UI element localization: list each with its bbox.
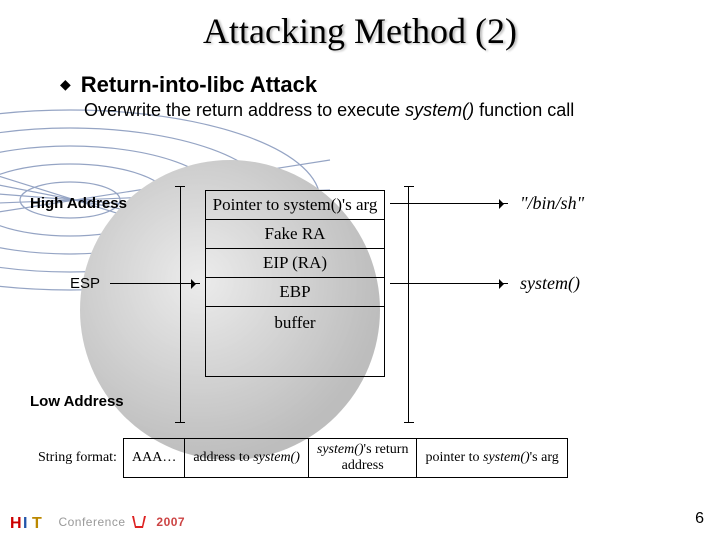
svg-text:T: T: [32, 515, 42, 532]
sf-cell: system()'s returnaddress: [308, 439, 417, 478]
page-number: 6: [695, 510, 704, 528]
sf-cell: pointer to system()'s arg: [417, 439, 567, 478]
low-address-label: Low Address: [30, 393, 124, 410]
svg-text:I: I: [23, 515, 27, 532]
stack-buffer: buffer: [205, 307, 385, 377]
bullet-description: Overwrite the return address to execute …: [84, 98, 700, 123]
arrow-to-binsh: [390, 203, 508, 204]
footer-year: 2007: [156, 515, 185, 529]
stack-diagram: Pointer to system()'s arg Fake RA EIP (R…: [205, 190, 385, 377]
slide-title: Attacking Method (2): [0, 0, 720, 52]
note-system: system(): [520, 273, 580, 294]
hit-logo-icon: H I T: [10, 512, 50, 532]
arrow-to-system: [390, 283, 508, 284]
axis-tick: [404, 186, 414, 187]
note-binsh: "/bin/sh": [520, 193, 584, 214]
stack-cell: Pointer to system()'s arg: [205, 190, 385, 220]
footer-logo: H I T Conference 2007: [10, 512, 185, 532]
svg-text:H: H: [10, 515, 22, 532]
axis-tick: [404, 422, 414, 423]
esp-label: ESP: [70, 275, 100, 292]
stack-axis-right: [408, 186, 409, 422]
string-format-label: String format:: [38, 450, 117, 466]
axis-tick: [175, 186, 185, 187]
string-format-table: AAA… address to system() system()'s retu…: [123, 438, 568, 478]
esp-arrow: [110, 283, 200, 284]
bullet-heading: Return-into-libc Attack: [81, 72, 317, 98]
stack-cell: EBP: [205, 278, 385, 307]
footer-conference: Conference: [58, 515, 125, 529]
stack-axis-left: [180, 186, 181, 422]
stack-cell: Fake RA: [205, 220, 385, 249]
axis-tick: [175, 422, 185, 423]
year-marker-icon: [130, 514, 148, 530]
sf-cell: AAA…: [124, 439, 185, 478]
stack-cell: EIP (RA): [205, 249, 385, 278]
high-address-label: High Address: [30, 195, 127, 212]
sf-cell: address to system(): [185, 439, 309, 478]
bullet-icon: ◆: [60, 72, 71, 96]
